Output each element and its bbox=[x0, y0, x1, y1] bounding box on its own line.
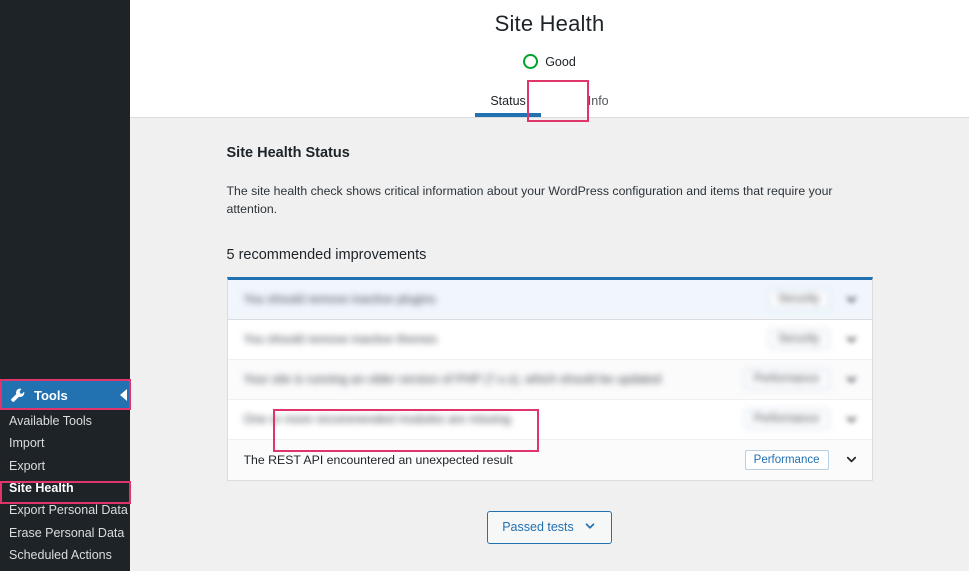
tab-info[interactable]: Info bbox=[566, 84, 631, 117]
passed-tests-label: Passed tests bbox=[502, 520, 574, 535]
passed-tests-wrap: Passed tests bbox=[227, 510, 873, 544]
sidebar-item-erase-personal-data[interactable]: Erase Personal Data bbox=[0, 521, 130, 543]
sidebar-item-scheduled-actions[interactable]: Scheduled Actions bbox=[0, 544, 130, 566]
sidebar-item-site-health[interactable]: Site Health bbox=[0, 477, 130, 499]
issue-title: You should remove inactive plugins bbox=[243, 292, 436, 307]
sidebar-item-label: Export Personal Data bbox=[9, 503, 128, 518]
sidebar-item-import[interactable]: Import bbox=[0, 432, 130, 454]
chevron-down-icon[interactable] bbox=[843, 371, 860, 388]
table-row[interactable]: You should remove inactive themes Securi… bbox=[227, 319, 872, 360]
issue-title: One or more recommended modules are miss… bbox=[243, 412, 511, 427]
admin-sidebar: Tools Available Tools Import Export Site… bbox=[0, 0, 130, 571]
main-area: Site Health Good Status Info Site Health… bbox=[130, 0, 969, 571]
tab-label: Info bbox=[587, 94, 609, 108]
chevron-down-icon[interactable] bbox=[843, 291, 860, 308]
health-status-indicator: Good bbox=[130, 54, 969, 69]
sidebar-item-export[interactable]: Export bbox=[0, 455, 130, 477]
status-badge: Performance bbox=[744, 369, 829, 390]
health-status-label: Good bbox=[545, 54, 576, 69]
page-header: Site Health Good Status Info bbox=[130, 0, 969, 118]
sidebar-item-tools[interactable]: Tools bbox=[0, 380, 130, 410]
sidebar-item-label: Available Tools bbox=[9, 414, 92, 429]
section-description: The site health check shows critical inf… bbox=[226, 184, 833, 217]
sidebar-item-label: Export bbox=[9, 458, 46, 473]
tab-label: Status bbox=[490, 94, 526, 108]
issue-title: Your site is running an older version of… bbox=[243, 372, 662, 387]
health-issues-accordion: You should remove inactive plugins Secur… bbox=[226, 276, 873, 481]
table-row[interactable]: Your site is running an older version of… bbox=[227, 359, 872, 400]
sidebar-item-label: Site Health bbox=[9, 481, 74, 496]
arrow-left-icon bbox=[120, 389, 127, 401]
chevron-down-icon bbox=[583, 519, 597, 536]
issue-title: The REST API encountered an unexpected r… bbox=[243, 452, 513, 467]
status-badge: Security bbox=[768, 329, 829, 350]
sidebar-item-available-tools[interactable]: Available Tools bbox=[0, 410, 130, 432]
chevron-down-icon[interactable] bbox=[843, 331, 860, 348]
page-content: Site Health Status The site health check… bbox=[130, 118, 969, 544]
status-badge: Performance bbox=[744, 449, 829, 470]
issues-heading: 5 recommended improvements bbox=[226, 246, 427, 263]
sidebar-top-spacer bbox=[0, 0, 130, 380]
health-tabs: Status Info bbox=[130, 84, 969, 117]
section-title: Site Health Status bbox=[226, 145, 350, 161]
status-badge: Security bbox=[768, 289, 829, 310]
chevron-down-icon[interactable] bbox=[843, 411, 860, 428]
tab-status[interactable]: Status bbox=[468, 84, 547, 117]
sidebar-item-export-personal-data[interactable]: Export Personal Data bbox=[0, 499, 130, 521]
row-rest-api[interactable]: The REST API encountered an unexpected r… bbox=[227, 439, 872, 480]
circle-ring-icon bbox=[523, 54, 539, 69]
site-health-page: Tools Available Tools Import Export Site… bbox=[0, 0, 969, 571]
table-row[interactable]: One or more recommended modules are miss… bbox=[227, 399, 872, 440]
passed-tests-button[interactable]: Passed tests bbox=[487, 510, 612, 544]
table-row[interactable]: You should remove inactive plugins Secur… bbox=[227, 279, 872, 320]
page-title: Site Health bbox=[494, 11, 605, 36]
sidebar-item-label: Scheduled Actions bbox=[9, 547, 112, 562]
issue-title: You should remove inactive themes bbox=[243, 332, 438, 347]
sidebar-item-label: Import bbox=[9, 436, 45, 451]
content-inner: Site Health Status The site health check… bbox=[226, 145, 873, 544]
chevron-down-icon[interactable] bbox=[843, 451, 860, 468]
sidebar-item-label: Erase Personal Data bbox=[9, 525, 125, 540]
sidebar-item-label: Tools bbox=[34, 387, 68, 403]
status-badge: Performance bbox=[744, 409, 829, 430]
wrench-icon bbox=[9, 387, 26, 404]
